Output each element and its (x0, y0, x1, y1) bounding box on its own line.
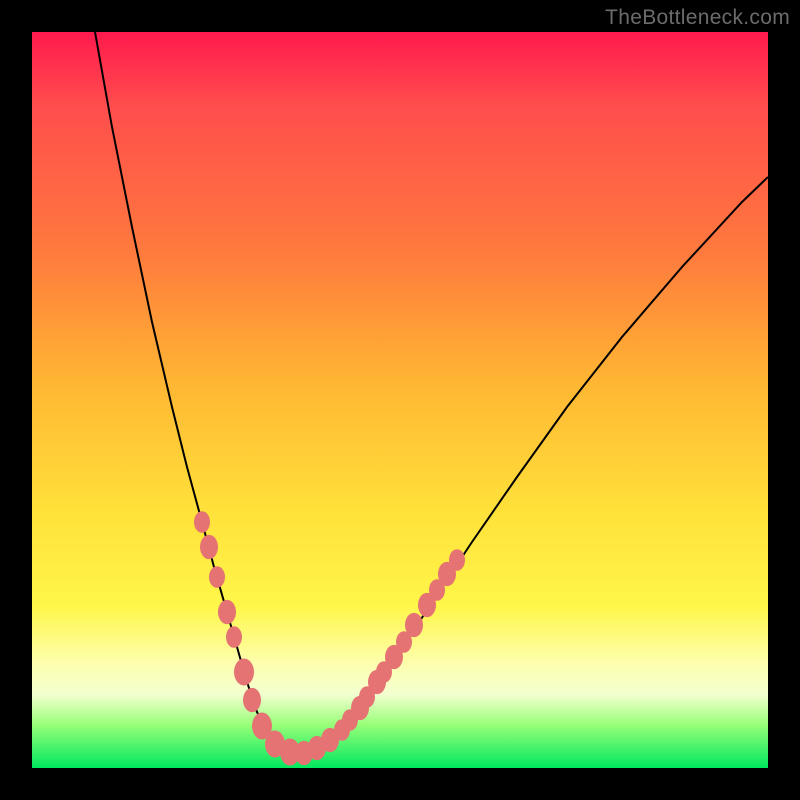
marker-dot (405, 613, 423, 637)
marker-dot (218, 600, 236, 624)
marker-dot (449, 549, 465, 571)
marker-group (194, 511, 465, 765)
chart-overlay-svg (32, 32, 768, 768)
chart-frame: TheBottleneck.com (0, 0, 800, 800)
marker-dot (243, 688, 261, 712)
v-curve (95, 32, 768, 754)
plot-area (32, 32, 768, 768)
marker-dot (194, 511, 210, 533)
marker-dot (209, 566, 225, 588)
marker-dot (200, 535, 218, 559)
marker-dot (226, 626, 242, 648)
marker-dot (234, 659, 254, 686)
watermark-text: TheBottleneck.com (605, 6, 790, 30)
